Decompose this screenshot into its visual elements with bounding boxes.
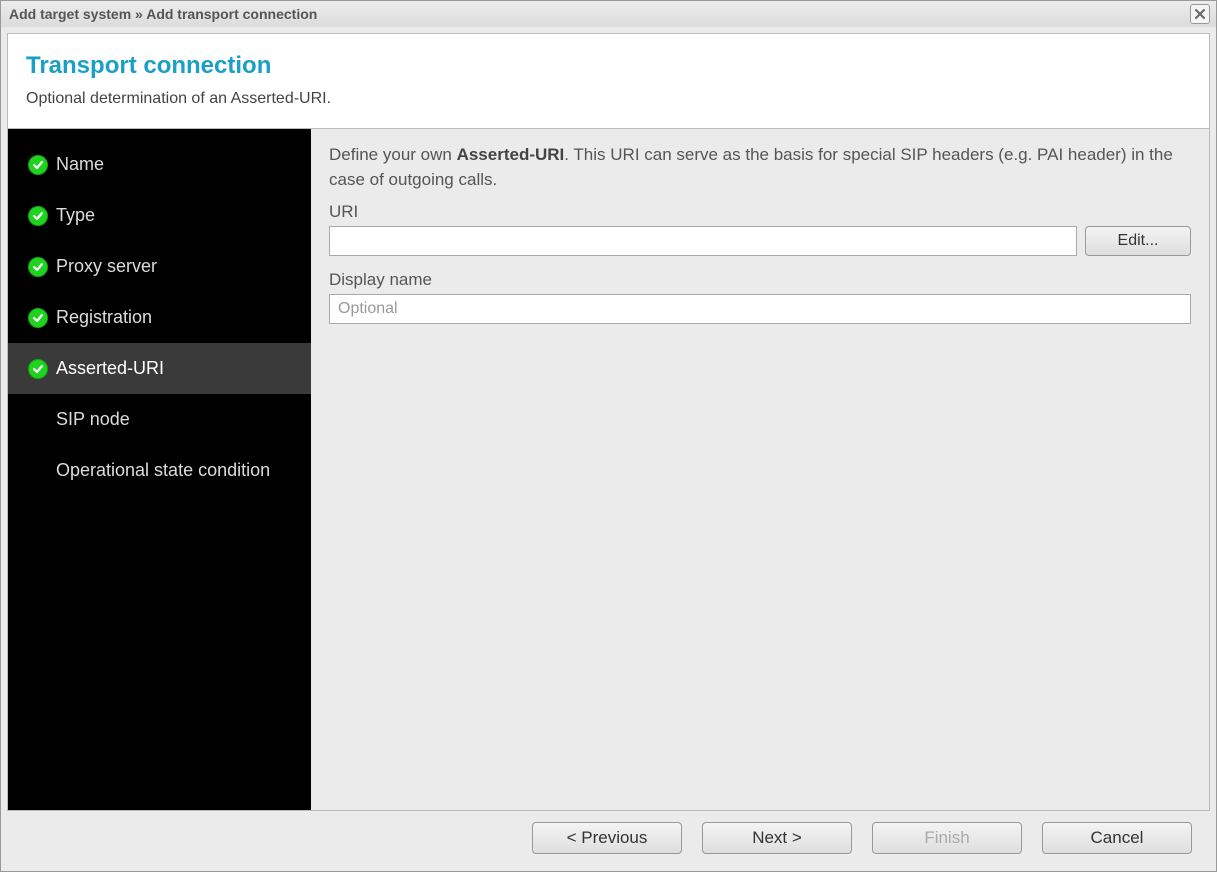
step-asserted-uri[interactable]: Asserted-URI [8,343,311,394]
step-status-icon-slot [28,155,56,175]
display-name-input[interactable] [329,294,1191,324]
check-icon [28,308,48,328]
page-subtitle: Optional determination of an Asserted-UR… [26,90,1191,108]
instruction-text: Define your own Asserted-URI. This URI c… [329,143,1191,192]
step-registration[interactable]: Registration [8,292,311,343]
wizard-steps-sidebar: Name Type Proxy server [8,129,311,810]
step-label: Type [56,205,311,226]
uri-input[interactable] [329,226,1077,256]
step-label: Operational state condition [56,460,311,481]
step-label: Registration [56,307,311,328]
step-label: SIP node [56,409,311,430]
header-panel: Transport connection Optional determinat… [7,33,1210,129]
wizard-dialog: Add target system » Add transport connec… [0,0,1217,872]
step-type[interactable]: Type [8,190,311,241]
uri-row: Edit... [329,226,1191,256]
step-sip-node[interactable]: SIP node [8,394,311,445]
close-icon [1194,8,1206,20]
finish-button: Finish [872,822,1022,854]
check-icon [28,257,48,277]
display-name-label: Display name [329,270,1191,290]
check-icon [28,155,48,175]
page-title: Transport connection [26,52,1191,80]
step-label: Asserted-URI [56,358,311,379]
body-area: Name Type Proxy server [7,129,1210,811]
uri-label: URI [329,202,1191,222]
step-operational-state[interactable]: Operational state condition [8,445,311,496]
step-proxy-server[interactable]: Proxy server [8,241,311,292]
breadcrumb-part-2: Add transport connection [146,6,317,22]
check-icon [28,359,48,379]
titlebar: Add target system » Add transport connec… [1,1,1216,27]
step-name[interactable]: Name [8,139,311,190]
check-icon [28,206,48,226]
close-button[interactable] [1190,4,1210,24]
step-status-icon-slot [28,308,56,328]
content-panel: Define your own Asserted-URI. This URI c… [311,129,1209,810]
footer-buttons: < Previous Next > Finish Cancel [7,811,1210,865]
step-label: Proxy server [56,256,311,277]
breadcrumb-sep: » [135,6,146,22]
step-status-icon-slot [28,206,56,226]
previous-button[interactable]: < Previous [532,822,682,854]
step-status-icon-slot [28,257,56,277]
cancel-button[interactable]: Cancel [1042,822,1192,854]
edit-button[interactable]: Edit... [1085,226,1191,256]
step-label: Name [56,154,311,175]
step-status-icon-slot [28,359,56,379]
breadcrumb: Add target system » Add transport connec… [9,6,1190,22]
breadcrumb-part-1: Add target system [9,6,131,22]
next-button[interactable]: Next > [702,822,852,854]
